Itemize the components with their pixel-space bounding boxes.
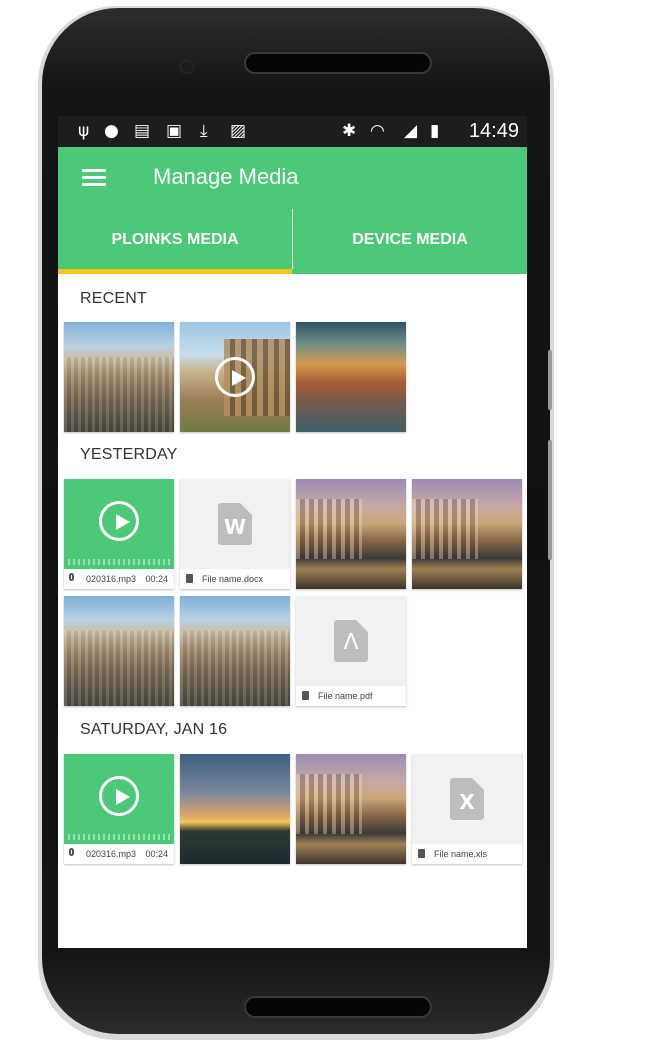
file-caption: File name.docx [180,569,290,589]
section-title-saturday: SATURDAY, JAN 16 [80,721,228,738]
screen: ψ ● ▤ ▣ ⤓ ▨ ✱ ◠ ◢ ▮ 14:49 Manage Media P… [58,116,527,948]
usb-icon: ψ [78,121,90,141]
file-name: 020316.mp3 [86,574,137,584]
chat-icon: ● [104,121,119,141]
clock: 14:49 [468,120,519,142]
play-icon [99,776,139,816]
file-name: File name.xls [434,849,488,859]
file-caption: File name.pdf [296,686,406,706]
no-sim-icon: ▤ [134,121,151,141]
top-speaker [244,52,432,74]
signal-icon: ◢ [404,121,418,141]
excel-letter: X [459,790,475,814]
front-camera [180,60,194,74]
file-icon [418,849,425,858]
media-thumbnail[interactable] [64,596,174,706]
power-button [548,440,552,560]
file-name: 020316.mp3 [86,849,137,859]
file-name: File name.docx [202,574,264,584]
bottom-speaker [244,996,432,1018]
media-thumbnail[interactable] [296,479,406,589]
tab-ploinks-media[interactable]: PLOINKS MEDIA [58,211,292,274]
duration: 00:24 [145,849,168,859]
tab-bar: PLOINKS MEDIA DEVICE MEDIA [58,209,527,274]
file-caption: 020316.mp3 00:24 [64,569,174,589]
document-tile[interactable]: X File name.xls [412,754,522,864]
file-caption: File name.xls [412,844,522,864]
download-icon: ⤓ [200,121,208,141]
bluetooth-icon: ✱ [342,121,357,141]
wifi-icon: ◠ [370,121,385,141]
status-bar: ψ ● ▤ ▣ ⤓ ▨ ✱ ◠ ◢ ▮ 14:49 [58,116,527,147]
page-title: Manage Media [153,164,299,189]
media-thumbnail[interactable] [412,479,522,589]
media-thumbnail[interactable] [180,754,290,864]
document-tile[interactable]: W File name.docx [180,479,290,589]
microphone-icon [69,848,74,856]
file-icon [186,574,193,583]
audio-tile[interactable]: 020316.mp3 00:24 [64,754,174,864]
microphone-icon [69,573,74,581]
image-icon: ▣ [166,121,183,141]
media-thumbnail[interactable] [64,322,174,432]
play-icon [215,357,255,397]
audio-tile[interactable]: 020316.mp3 00:24 [64,479,174,589]
app-bar: Manage Media [58,147,527,211]
media-thumbnail[interactable] [296,754,406,864]
duration: 00:24 [145,574,168,584]
section-title-recent: RECENT [80,290,147,307]
waveform-icon [68,820,170,840]
media-thumbnail[interactable] [180,596,290,706]
tab-device-media[interactable]: DEVICE MEDIA [293,211,527,274]
file-caption: 020316.mp3 00:24 [64,844,174,864]
volume-button [548,350,552,410]
play-icon [99,501,139,541]
media-thumbnail[interactable] [296,322,406,432]
waveform-icon [68,545,170,565]
file-name: File name.pdf [318,691,373,701]
word-doc-letter: W [223,515,247,539]
menu-icon[interactable] [82,169,106,187]
pdf-glyph: ᐱ [343,630,359,655]
tab-indicator [58,269,292,274]
document-tile[interactable]: ᐱ File name.pdf [296,596,406,706]
file-icon [302,691,309,700]
battery-icon: ▮ [430,121,440,141]
video-thumbnail[interactable] [180,322,290,432]
clipboard-icon: ▨ [230,121,247,141]
section-title-yesterday: YESTERDAY [80,446,178,463]
